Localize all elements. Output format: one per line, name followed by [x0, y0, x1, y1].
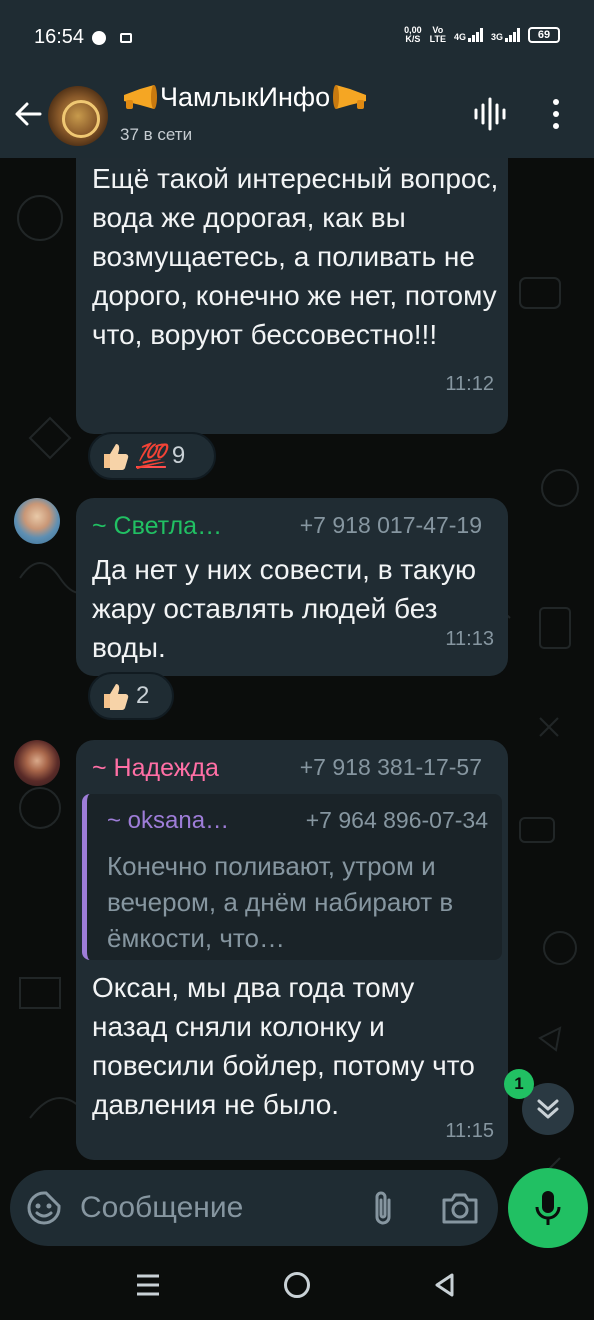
hundred-points-icon: 💯	[136, 442, 166, 470]
signal-4g-icon: 4G	[454, 28, 483, 42]
voice-record-button[interactable]	[508, 1168, 588, 1248]
sender-name[interactable]: ~ Надежда	[92, 754, 219, 783]
quoted-text: Конечно поливают, утром и вечером, а днё…	[107, 851, 454, 953]
more-menu-icon[interactable]	[546, 96, 566, 132]
chat-notification-icon	[92, 31, 106, 45]
message-text: Да нет у них совести, в такую жару остав…	[92, 554, 477, 663]
online-count: 37 в сети	[120, 125, 193, 144]
signal-3g-icon: 3G	[491, 28, 520, 42]
reaction-count: 2	[136, 682, 150, 709]
back-arrow-icon[interactable]	[10, 96, 46, 132]
composer	[10, 1170, 498, 1246]
signal-4g-label: 4G	[453, 32, 466, 42]
voice-chat-icon[interactable]	[470, 94, 508, 134]
message-input[interactable]	[80, 1190, 330, 1226]
sender-phone: +7 918 017-47-19	[299, 512, 482, 538]
sender-avatar[interactable]	[14, 740, 60, 786]
message-time: 11:13	[445, 628, 494, 650]
status-bar: 16:54 0,00 K/S Vo LTE 4G 3G 69	[0, 0, 594, 78]
battery-icon: 69	[528, 27, 560, 43]
message-text: Ещё такой интересный вопрос, вода же дор…	[92, 163, 499, 350]
quoted-phone: +7 964 896-07-34	[305, 807, 488, 833]
system-nav-bar	[0, 1250, 594, 1320]
status-icons: 0,00 K/S Vo LTE 4G 3G 69	[404, 26, 560, 44]
message-list[interactable]: Ещё такой интересный вопрос, вода же дор…	[0, 158, 594, 1250]
message-reactions[interactable]: 2	[88, 672, 174, 720]
thumbs-up-icon	[104, 444, 129, 470]
chat-title-text: ЧамлыкИнфо	[160, 82, 331, 112]
sender-avatar[interactable]	[14, 498, 60, 544]
thumbs-up-icon	[104, 684, 129, 710]
message-bubble[interactable]: Ещё такой интересный вопрос, вода же дор…	[76, 158, 508, 434]
camera-icon[interactable]	[440, 1190, 480, 1226]
attach-paperclip-icon[interactable]	[368, 1188, 398, 1228]
message-bubble[interactable]: ~ Надежда +7 918 381-17-57 ~ oksana… +7 …	[76, 740, 508, 1160]
status-time: 16:54	[34, 26, 85, 48]
volte-bottom: LTE	[429, 34, 446, 44]
message-bubble[interactable]: ~ Светла… +7 918 017-47-19 Да нет у них …	[76, 498, 508, 676]
unread-badge: 1	[504, 1069, 534, 1099]
chat-title[interactable]: ЧамлыкИнфо	[120, 82, 370, 113]
nav-back-icon[interactable]	[432, 1272, 458, 1298]
microphone-icon	[535, 1191, 561, 1225]
home-icon[interactable]	[284, 1272, 310, 1298]
signal-3g-label: 3G	[490, 32, 503, 42]
quoted-sender: ~ oksana…	[107, 807, 230, 834]
screenshot-notification-icon	[120, 33, 132, 43]
network-speed: 0,00 K/S	[404, 26, 422, 44]
sender-phone: +7 918 381-17-57	[299, 754, 482, 780]
chat-header: ЧамлыкИнфо 37 в сети	[0, 78, 594, 158]
megaphone-icon	[333, 84, 367, 109]
group-avatar[interactable]	[48, 86, 108, 146]
recents-icon[interactable]	[134, 1272, 162, 1298]
message-text: Оксан, мы два года тому назад сняли коло…	[92, 972, 475, 1120]
network-speed-unit: K/S	[405, 34, 421, 44]
reaction-count: 9	[171, 442, 186, 469]
sticker-emoji-icon[interactable]	[26, 1190, 62, 1226]
message-reactions[interactable]: 💯 9	[88, 432, 216, 480]
message-time: 11:12	[445, 373, 494, 395]
quoted-message[interactable]: ~ oksana… +7 964 896-07-34 Конечно полив…	[82, 794, 502, 960]
sender-name[interactable]: ~ Светла…	[92, 512, 222, 541]
volte-icon: Vo LTE	[430, 26, 446, 44]
message-time: 11:15	[445, 1120, 494, 1142]
megaphone-icon	[124, 84, 157, 109]
